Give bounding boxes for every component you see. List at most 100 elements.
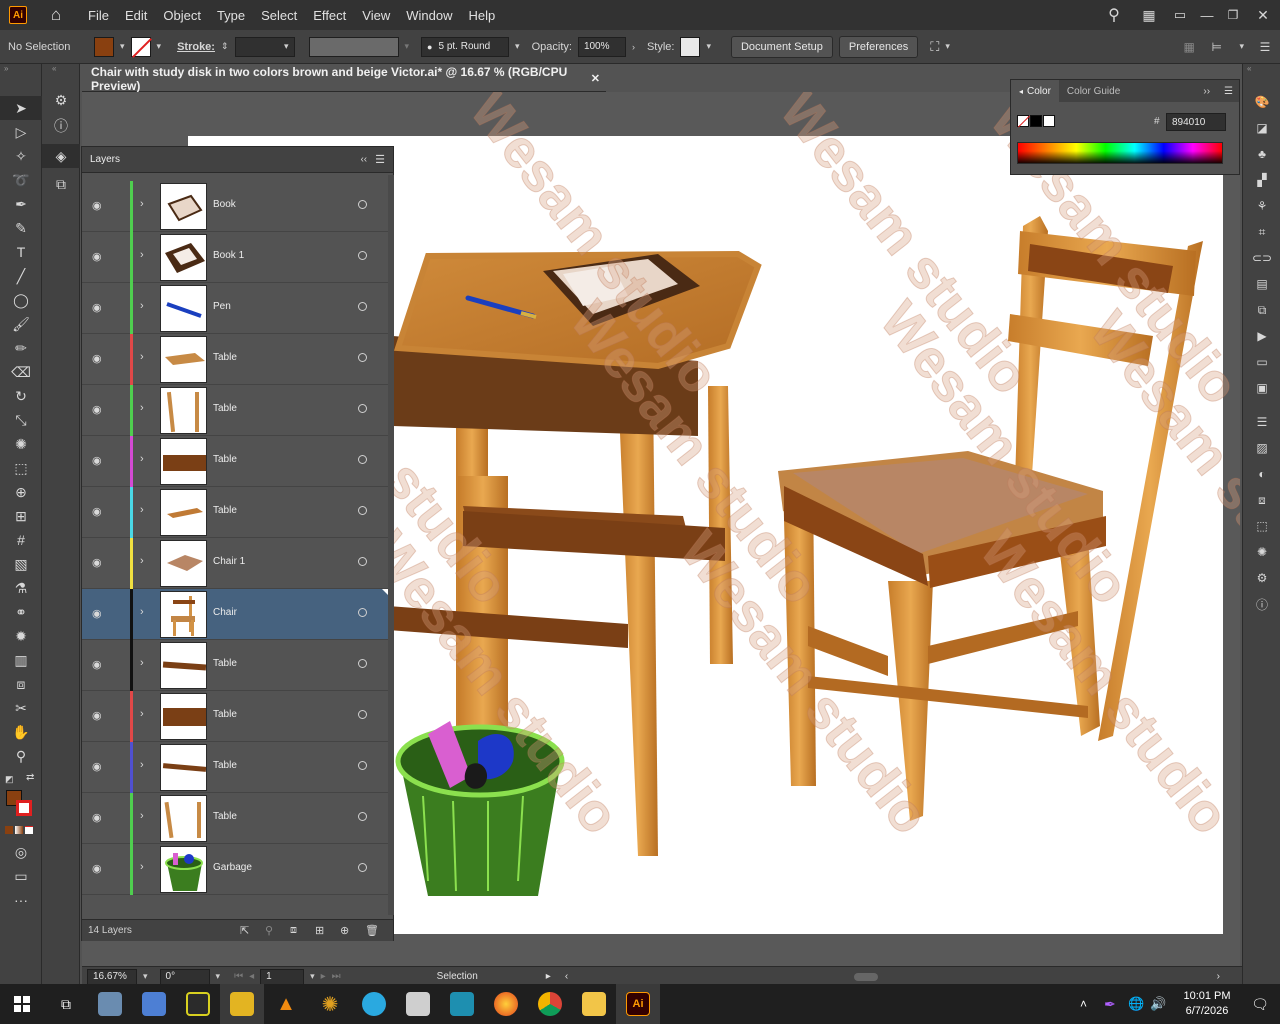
export-icon[interactable]: ⇱: [240, 924, 265, 937]
actions-icon[interactable]: ▶: [1243, 324, 1280, 348]
visibility-eye-icon[interactable]: ◉: [92, 607, 106, 621]
hex-input[interactable]: 894010: [1166, 113, 1226, 131]
edit-toolbar-icon[interactable]: ···: [0, 888, 42, 912]
layer-name[interactable]: Garbage: [213, 862, 252, 873]
layer-target-icon[interactable]: [358, 200, 367, 209]
asset-export-icon[interactable]: ▣: [1243, 376, 1280, 400]
libraries-icon[interactable]: ⚙: [1243, 566, 1280, 590]
mesh-tool-icon[interactable]: #: [0, 528, 42, 552]
firefox-icon[interactable]: [484, 984, 528, 1024]
layers-panel-menu-icon[interactable]: ☰: [375, 153, 385, 166]
menu-type[interactable]: Type: [209, 8, 253, 23]
layer-row[interactable]: ◉ › Book 1: [82, 232, 388, 283]
draw-mode-icon[interactable]: ◎: [0, 840, 42, 864]
type-tool-icon[interactable]: T: [0, 240, 42, 264]
network-icon[interactable]: 🌐: [1128, 996, 1150, 1012]
layer-name[interactable]: Table: [213, 760, 237, 771]
artboard-dropdown-icon[interactable]: ▾: [310, 971, 315, 982]
stroke-panel-icon[interactable]: ☰: [1243, 410, 1280, 434]
layers-panel-icon[interactable]: ◈: [42, 144, 80, 168]
expand-layer-icon[interactable]: ›: [140, 657, 144, 669]
layer-name[interactable]: Table: [213, 454, 237, 465]
menu-window[interactable]: Window: [398, 8, 460, 23]
shape-builder-tool-icon[interactable]: ⊕: [0, 480, 42, 504]
pen-tool-icon[interactable]: ✒: [0, 192, 42, 216]
artboards-panel-icon[interactable]: ⧉: [42, 172, 80, 196]
layer-name[interactable]: Chair: [213, 607, 237, 618]
studio-app-icon[interactable]: [440, 984, 484, 1024]
menu-file[interactable]: File: [80, 8, 117, 23]
layer-target-icon[interactable]: [358, 455, 367, 464]
visibility-eye-icon[interactable]: ◉: [92, 505, 106, 519]
distribute-dropdown-icon[interactable]: ▾: [1239, 41, 1244, 52]
layer-row[interactable]: ◉ › Garbage: [82, 844, 388, 895]
color-mode-icon[interactable]: [5, 826, 13, 834]
tab-color-guide[interactable]: Color Guide: [1059, 80, 1128, 102]
rotation-field[interactable]: 0°: [159, 968, 210, 985]
distribute-icon[interactable]: ⊨: [1211, 40, 1233, 54]
color-panel-menu-icon[interactable]: ☰: [1224, 86, 1233, 97]
file-explorer-icon[interactable]: [572, 984, 616, 1024]
previous-artboard-icon[interactable]: ◂: [249, 971, 254, 982]
tab-color[interactable]: ◂ Color: [1011, 80, 1059, 102]
menu-object[interactable]: Object: [155, 8, 209, 23]
photo-viewer-icon[interactable]: [88, 984, 132, 1024]
visibility-eye-icon[interactable]: ◉: [92, 556, 106, 570]
task-view-icon[interactable]: ⧉: [44, 984, 88, 1024]
layer-target-icon[interactable]: [358, 659, 367, 668]
ellipse-tool-icon[interactable]: ◯: [0, 288, 42, 312]
gradient-mode-icon[interactable]: [15, 826, 23, 834]
layer-row[interactable]: ◉ › Table: [82, 385, 388, 436]
visibility-eye-icon[interactable]: ◉: [92, 658, 106, 672]
screen-mode-icon[interactable]: ▭: [0, 864, 42, 888]
stroke-weight-field[interactable]: ▾: [234, 36, 295, 57]
close-window-icon[interactable]: ✕: [1246, 7, 1280, 24]
brush-definition[interactable]: ● 5 pt. Round: [421, 36, 510, 57]
expand-layer-icon[interactable]: ›: [140, 198, 144, 210]
stroke-dropdown-icon[interactable]: ▾: [157, 41, 162, 52]
links-icon[interactable]: ⊂⊃: [1243, 246, 1280, 270]
fill-stroke-control[interactable]: ◩ ⇄: [0, 768, 41, 826]
video-studio-icon[interactable]: [176, 984, 220, 1024]
vlc-icon[interactable]: ▲: [264, 984, 308, 1024]
layer-name[interactable]: Table: [213, 658, 237, 669]
expand-layer-icon[interactable]: ›: [140, 606, 144, 618]
chrome-icon[interactable]: [528, 984, 572, 1024]
visibility-eye-icon[interactable]: ◉: [92, 403, 106, 417]
none-mode-icon[interactable]: [25, 826, 33, 834]
layer-name[interactable]: Chair 1: [213, 556, 245, 567]
menu-effect[interactable]: Effect: [305, 8, 354, 23]
artboard-tool-icon[interactable]: ⧈: [0, 672, 42, 696]
brushes-icon[interactable]: ▞: [1243, 168, 1280, 192]
visibility-eye-icon[interactable]: ◉: [92, 454, 106, 468]
white-swatch[interactable]: [1043, 115, 1055, 127]
image-app-icon[interactable]: [220, 984, 264, 1024]
layer-target-icon[interactable]: [358, 353, 367, 362]
shaper-tool-icon[interactable]: ✏: [0, 336, 42, 360]
layer-target-icon[interactable]: [358, 302, 367, 311]
variable-width-profile[interactable]: [308, 36, 399, 57]
visibility-eye-icon[interactable]: ◉: [92, 352, 106, 366]
menu-view[interactable]: View: [354, 8, 398, 23]
minimize-icon[interactable]: —: [1194, 8, 1220, 23]
scale-tool-icon[interactable]: ⤡: [0, 408, 42, 432]
snipping-tool-icon[interactable]: [132, 984, 176, 1024]
arrange-documents-icon[interactable]: ▭: [1166, 7, 1194, 23]
status-menu-icon[interactable]: ▸: [546, 971, 551, 982]
profile-dropdown-icon[interactable]: ▾: [405, 41, 410, 52]
artboards-dock-icon[interactable]: ▭: [1243, 350, 1280, 374]
layer-row[interactable]: ◉ › Table: [82, 436, 388, 487]
properties-panel-icon[interactable]: ⚙: [42, 88, 80, 112]
clock[interactable]: 10:01 PM 6/7/2026: [1174, 989, 1240, 1019]
none-color-icon[interactable]: [1017, 115, 1031, 128]
layer-row[interactable]: ◉ › Table: [82, 487, 388, 538]
expand-layer-icon[interactable]: ›: [140, 861, 144, 873]
puppet-warp-tool-icon[interactable]: ✺: [0, 432, 42, 456]
new-layer-icon[interactable]: ⊕: [340, 924, 365, 937]
selection-tool-icon[interactable]: ➤: [0, 96, 42, 120]
layer-row[interactable]: ◉ › Chair: [82, 589, 388, 640]
layer-name[interactable]: Book 1: [213, 250, 244, 261]
zoom-tool-icon[interactable]: ⚲: [0, 744, 42, 768]
workspace-switcher-icon[interactable]: ▦: [1132, 7, 1166, 24]
document-info-icon[interactable]: ⓘ: [1243, 592, 1280, 616]
